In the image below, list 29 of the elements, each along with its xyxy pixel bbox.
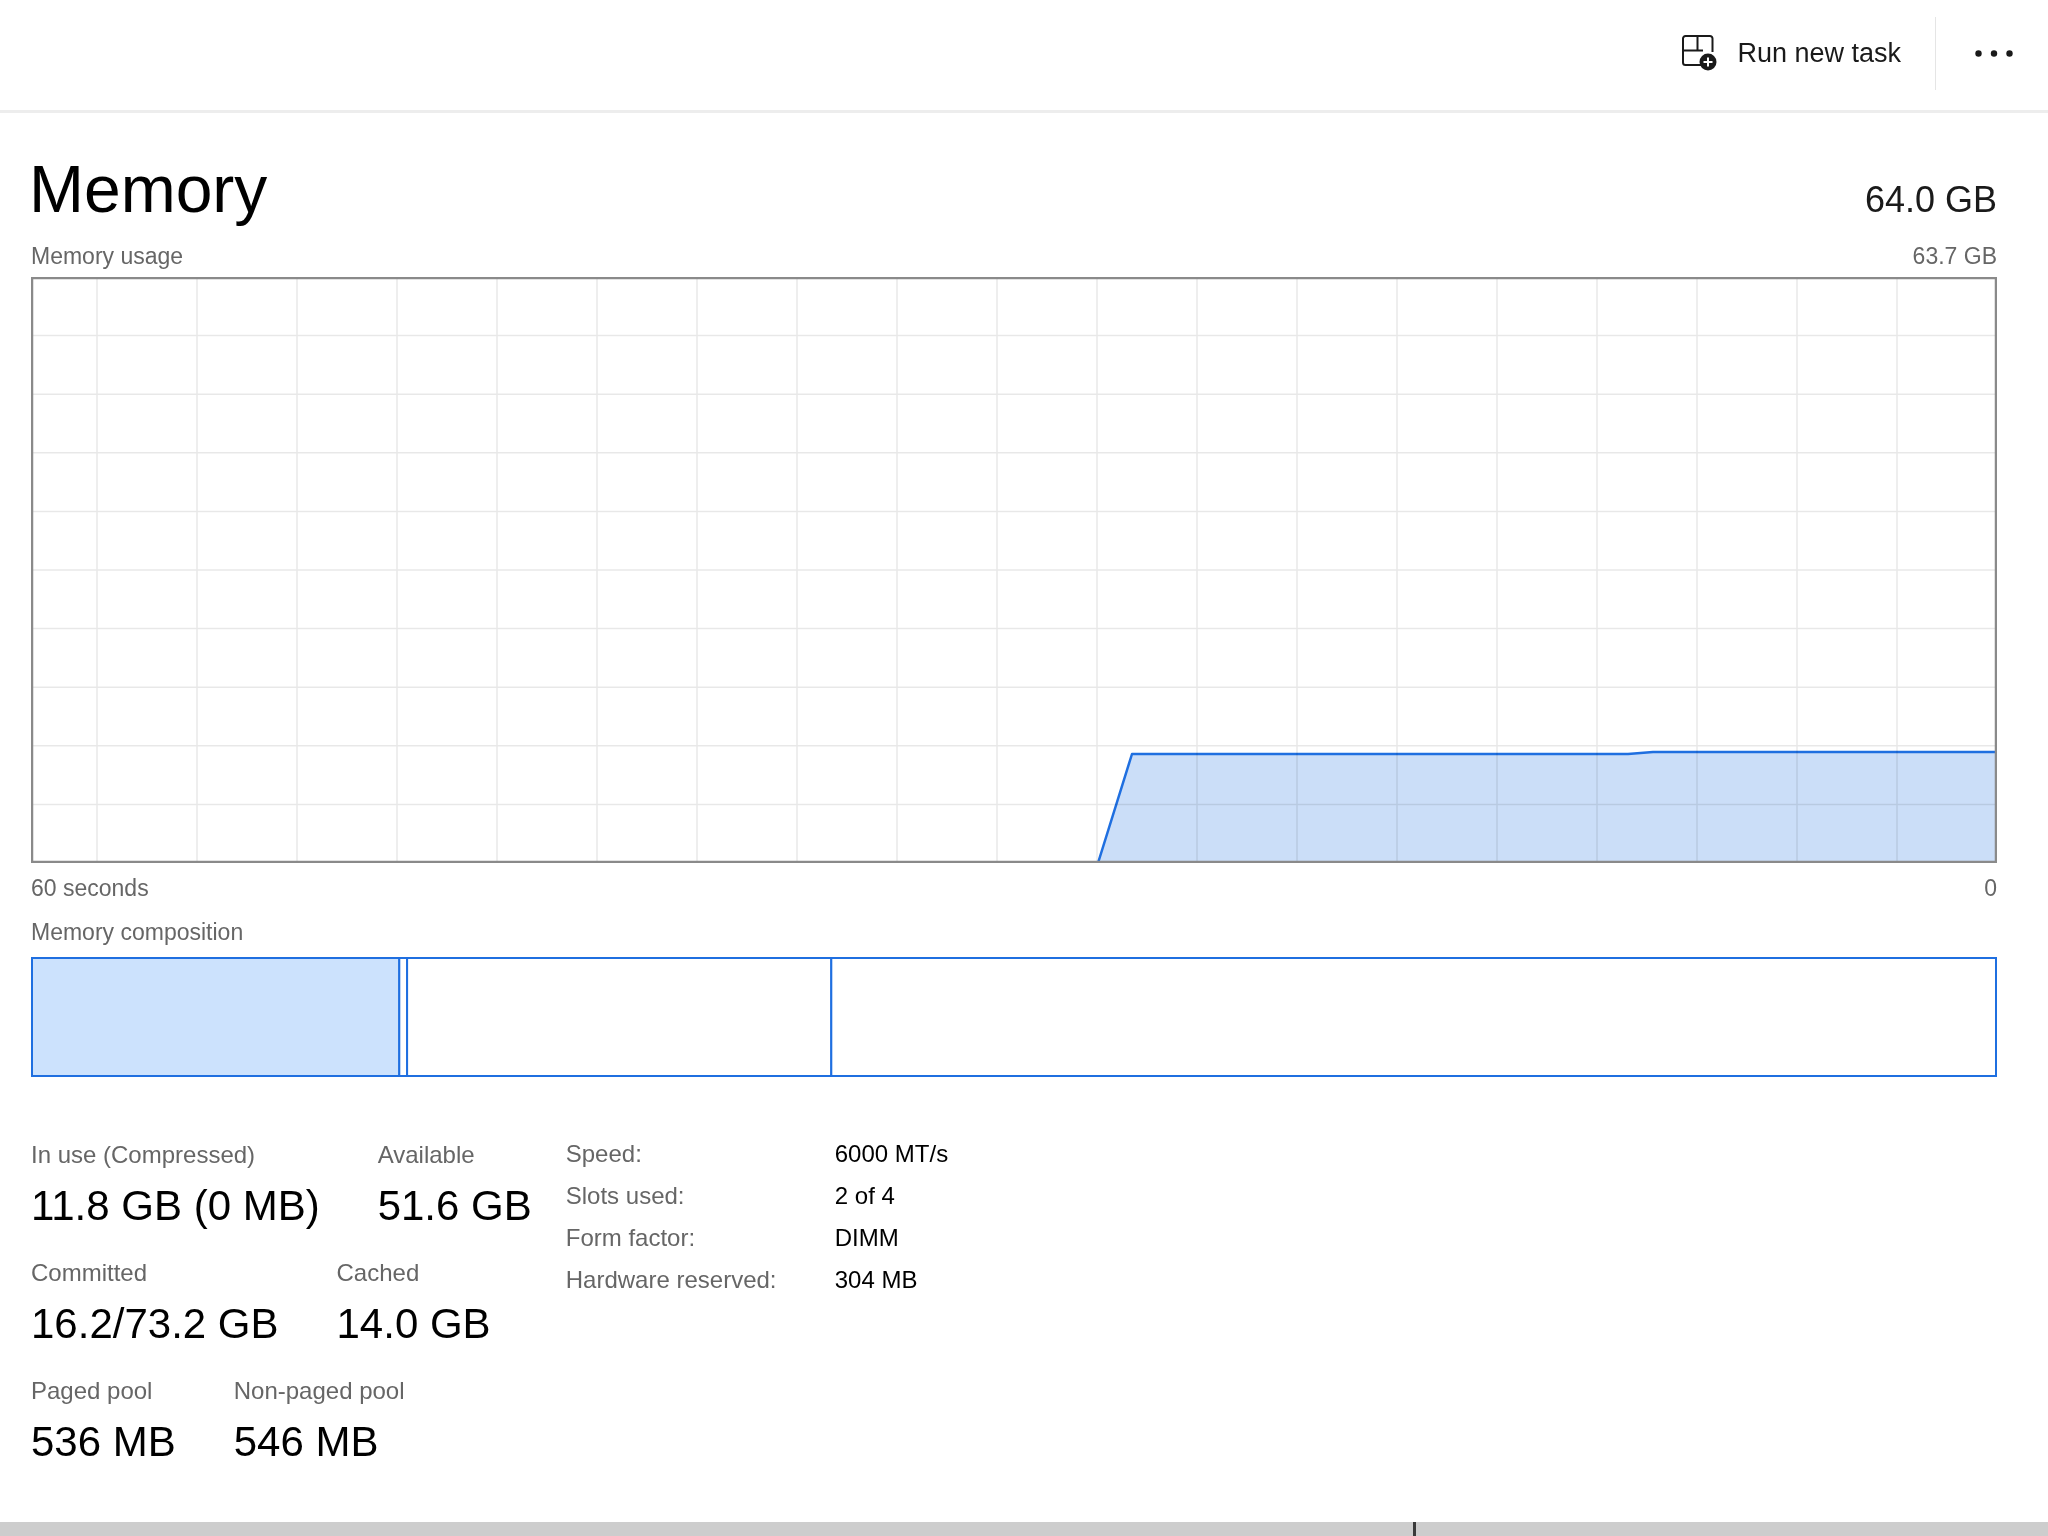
stat-value: 536 MB <box>31 1417 176 1467</box>
stat-label: In use (Compressed) <box>31 1140 257 1170</box>
stat-value: 16.2/73.2 GB <box>31 1299 279 1349</box>
more-icon <box>1975 49 2013 57</box>
detail-value: 2 of 4 <box>834 1181 896 1211</box>
detail-label: Form factor: <box>565 1223 697 1253</box>
axis-label: 60 seconds <box>31 874 149 902</box>
total-memory: 64.0 GB <box>1864 182 1997 218</box>
stat-value: 11.8 GB (0 MB) <box>31 1181 320 1231</box>
stat-label: Available <box>377 1140 476 1170</box>
detail-label: Hardware reserved: <box>565 1265 778 1295</box>
stat-label: Non-paged pool <box>233 1376 405 1406</box>
stat-label: Committed <box>31 1258 149 1288</box>
stat-label: Cached <box>336 1258 421 1288</box>
stat-label: Paged pool <box>31 1376 154 1406</box>
stat-value: 546 MB <box>233 1417 380 1467</box>
detail-label: Slots used: <box>565 1181 686 1211</box>
detail-value: 304 MB <box>834 1265 919 1295</box>
detail-value: 6000 MT/s <box>834 1139 949 1169</box>
chart-title: Memory composition <box>31 918 245 946</box>
detail-label: Speed: <box>565 1139 643 1169</box>
graph-title: Memory usage <box>31 242 184 270</box>
axis-label: 0 <box>1984 874 1997 902</box>
stat-value: 51.6 GB <box>377 1181 532 1231</box>
window-plus-icon <box>1682 35 1718 71</box>
run-task-button[interactable]: Run new task <box>1666 21 1917 85</box>
stat-value: 14.0 GB <box>336 1299 491 1349</box>
detail-value: DIMM <box>834 1223 900 1253</box>
scale-label: 63.7 GB <box>1912 242 1997 270</box>
